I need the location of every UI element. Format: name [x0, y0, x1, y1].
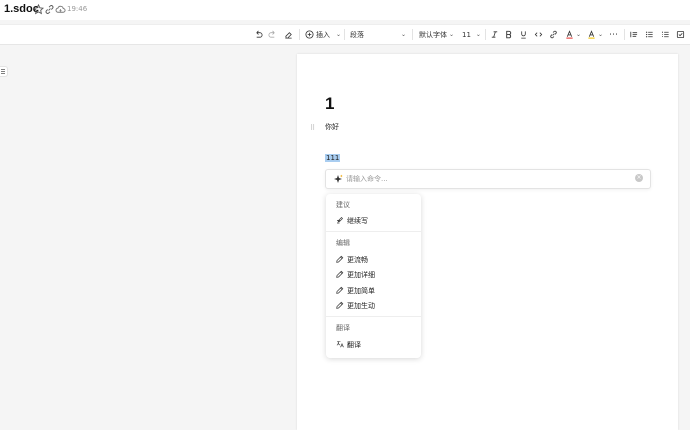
menu-divider [326, 316, 421, 317]
more-icon: ⋯ [609, 29, 618, 40]
font-size-label: 11 [462, 30, 471, 39]
bulleted-list-button[interactable] [645, 28, 654, 41]
pencil-icon [336, 286, 344, 294]
outline-toggle-button[interactable] [0, 66, 8, 77]
pencil-icon [336, 270, 344, 278]
link-button[interactable] [549, 28, 558, 41]
menu-divider [326, 231, 421, 232]
text-color-button[interactable]: ⌄ [565, 28, 581, 41]
insert-button[interactable]: 插入 ⌄ [305, 28, 341, 41]
save-time: 19:46 [67, 5, 88, 13]
toolbar-separator [344, 29, 345, 40]
translate-section-header: 翻译 [336, 324, 350, 332]
pencil-icon [336, 301, 344, 309]
code-button[interactable] [534, 28, 543, 41]
clear-input-icon[interactable]: × [635, 174, 643, 182]
menu-item-label: 更流畅 [347, 256, 368, 264]
chevron-down-icon: ⌄ [400, 31, 406, 38]
selected-text[interactable]: 111 [325, 154, 341, 162]
menu-item-more-fluent[interactable]: 更流畅 [326, 253, 421, 266]
menu-item-label: 更加生动 [347, 302, 375, 310]
menu-item-more-vivid[interactable]: 更加生动 [326, 299, 421, 312]
menu-item-more-detailed[interactable]: 更加详细 [326, 268, 421, 281]
drag-handle-icon[interactable]: ⠿ [310, 124, 315, 132]
document-heading[interactable]: 1 [325, 94, 334, 114]
ai-command-input[interactable] [346, 173, 616, 185]
insert-label: 插入 [316, 30, 330, 39]
menu-item-translate[interactable]: 翻译 › [326, 338, 421, 351]
link-icon [550, 30, 557, 39]
font-family-select[interactable]: 默认字体 ⌄ [419, 28, 454, 41]
underline-button[interactable] [519, 28, 528, 41]
toolbar-separator [485, 29, 486, 40]
bold-button[interactable] [504, 28, 513, 41]
quote-button[interactable] [629, 28, 638, 41]
menu-item-label: 更加详细 [347, 271, 375, 279]
undo-icon [256, 30, 263, 38]
bold-icon [506, 30, 512, 39]
bulleted-list-icon [645, 31, 653, 38]
edit-section-header: 编辑 [336, 239, 350, 247]
chevron-down-icon: ⌄ [449, 31, 455, 38]
more-button[interactable]: ⋯ [609, 28, 618, 41]
translate-icon [336, 341, 344, 348]
redo-button[interactable] [268, 28, 277, 41]
eraser-icon [285, 32, 292, 39]
chevron-down-icon: ⌄ [336, 31, 342, 38]
menu-item-label: 继续写 [347, 217, 368, 225]
chevron-down-icon: ⌄ [576, 31, 582, 38]
font-size-select[interactable]: 11 ⌄ [462, 28, 481, 41]
highlight-color-button[interactable]: ⌄ [587, 28, 603, 41]
chevron-down-icon: ⌄ [475, 31, 481, 38]
cloud-sync-icon [55, 5, 66, 13]
menu-item-continue-writing[interactable]: 继续写 [326, 214, 421, 227]
title-bar: 1.sdoc 19:46 [0, 0, 690, 20]
numbered-list-button[interactable] [661, 28, 670, 41]
font-family-label: 默认字体 [419, 30, 447, 39]
chevron-right-icon: › [347, 340, 350, 348]
highlight-icon [588, 30, 595, 39]
numbered-list-icon [661, 31, 669, 38]
italic-button[interactable] [490, 28, 499, 41]
code-icon [534, 32, 543, 37]
link-icon[interactable] [44, 4, 55, 15]
outline-icon [1, 69, 5, 74]
ai-command-bar: × [325, 169, 651, 189]
pencil-icon [336, 255, 344, 263]
editor-toolbar: 插入 ⌄ 段落 ⌄ 默认字体 ⌄ 11 ⌄ ⌄ ⌄ ⋯ [0, 24, 690, 45]
checklist-icon [676, 30, 685, 39]
document-paragraph[interactable]: 你好 [325, 122, 339, 132]
quote-icon [630, 31, 638, 38]
checklist-button[interactable] [676, 28, 685, 41]
paragraph-select[interactable]: 段落 ⌄ [350, 28, 406, 41]
underline-icon [521, 31, 526, 39]
redo-icon [268, 30, 275, 38]
star-icon[interactable] [33, 4, 44, 15]
sparkle-icon [334, 174, 343, 183]
menu-item-label: 更加简单 [347, 287, 375, 295]
italic-icon [491, 31, 498, 38]
document-page[interactable]: 1 ⠿ 你好 111 × 建议 继续写 编辑 更流畅 更加详细 更加简单 更加生… [297, 54, 678, 430]
toolbar-separator [624, 29, 625, 40]
toolbar-separator [412, 29, 413, 40]
undo-button[interactable] [254, 28, 263, 41]
continue-writing-icon [337, 217, 343, 224]
text-color-icon [566, 30, 573, 39]
suggest-section-header: 建议 [336, 201, 350, 209]
toolbar-separator [299, 29, 300, 40]
paragraph-label: 段落 [350, 30, 364, 39]
plus-circle-icon [305, 30, 314, 39]
menu-item-simpler[interactable]: 更加简单 [326, 284, 421, 297]
ai-command-menu: 建议 继续写 编辑 更流畅 更加详细 更加简单 更加生动 翻译 翻译 › [326, 194, 421, 358]
chevron-down-icon: ⌄ [598, 31, 604, 38]
clear-format-button[interactable] [284, 28, 293, 41]
